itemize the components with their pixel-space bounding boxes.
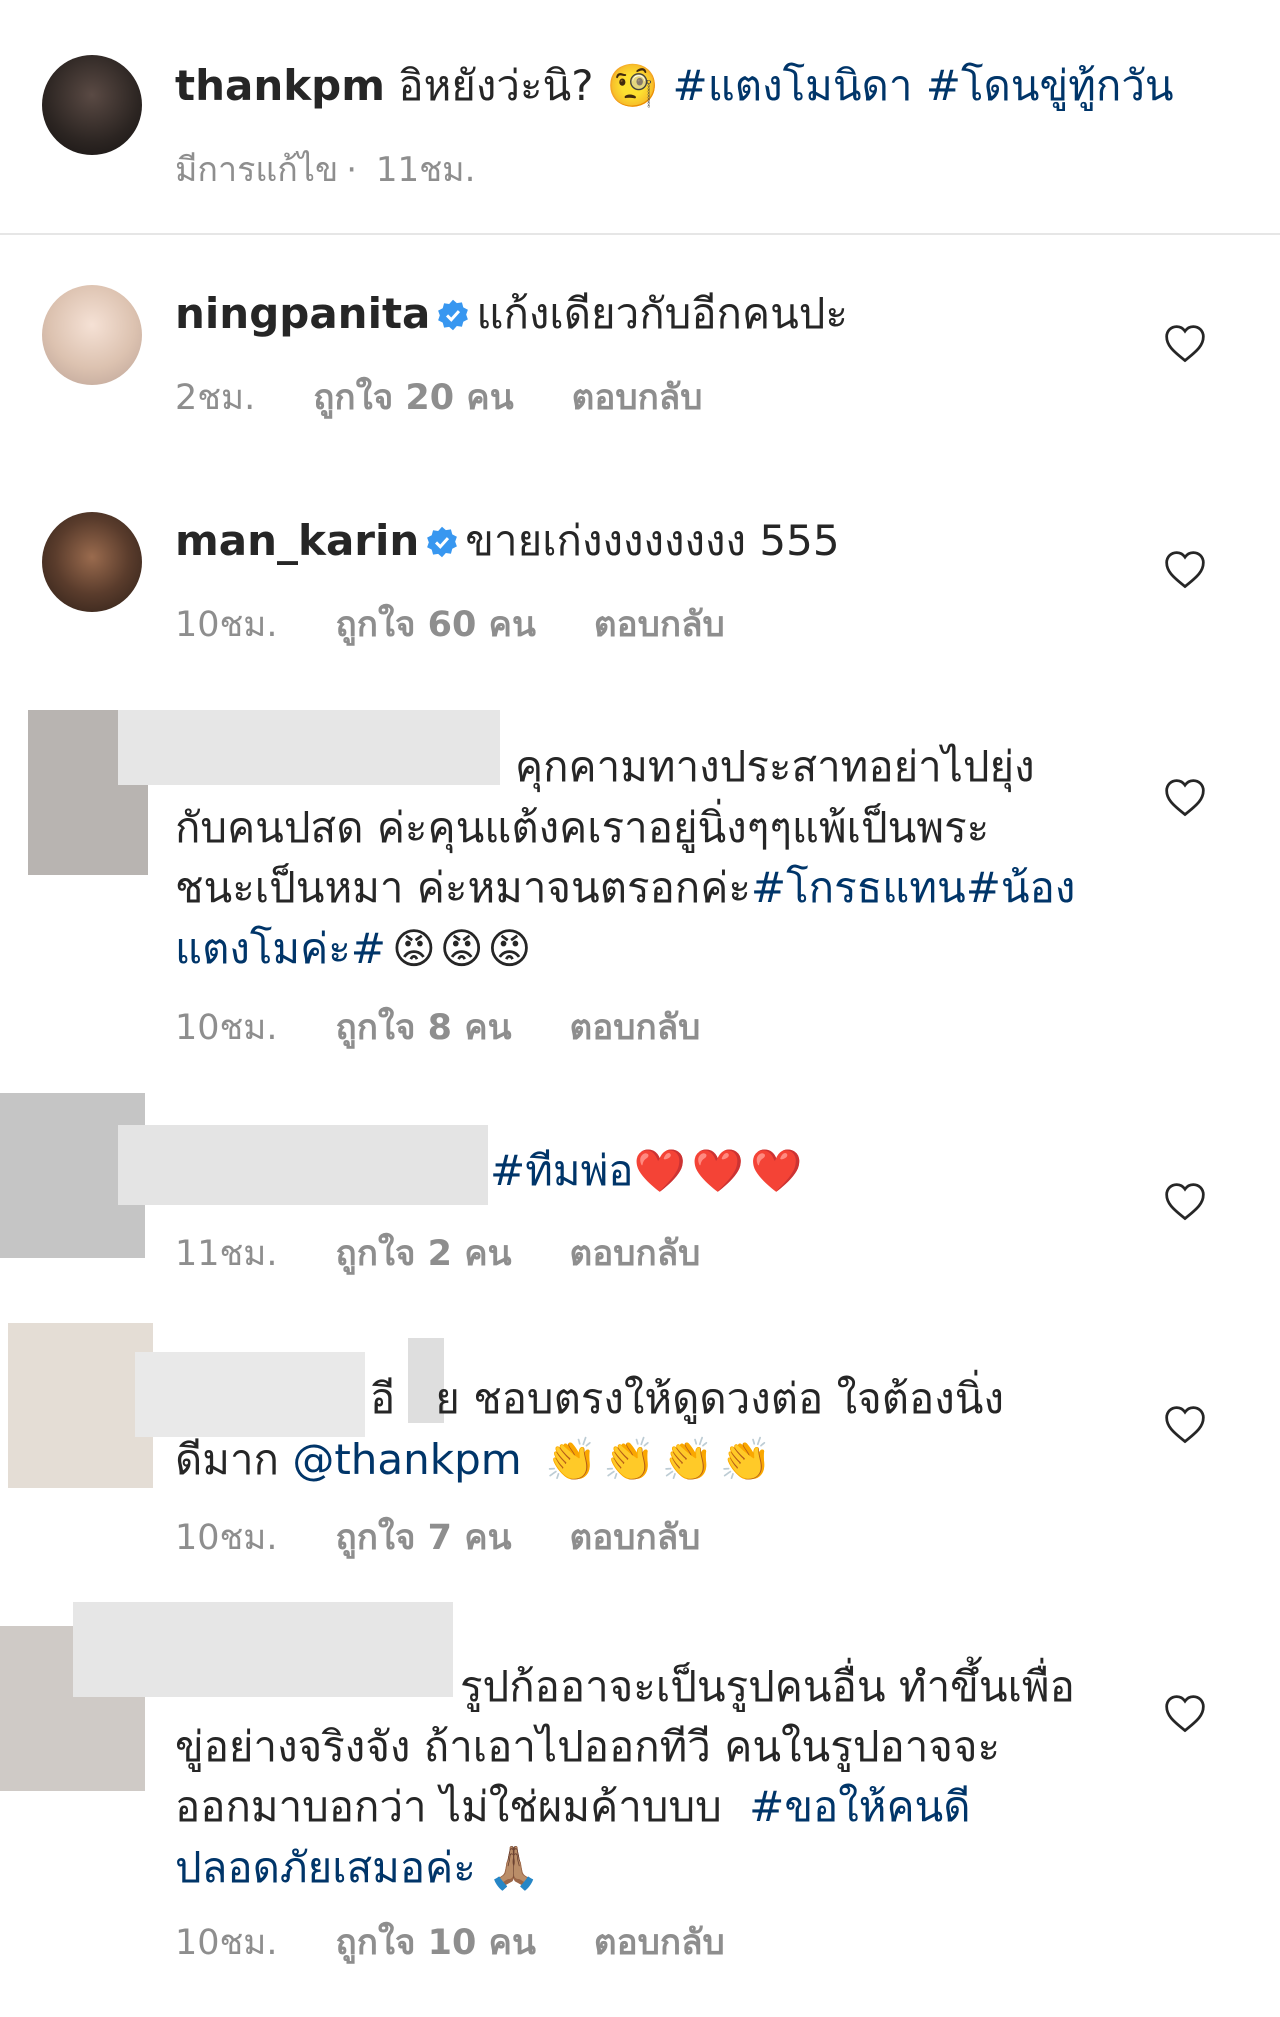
comment-4-line: #ทีมพ่อ❤️❤️❤️ bbox=[490, 1140, 808, 1202]
comment-5-reply-button[interactable]: ตอบกลับ bbox=[570, 1518, 701, 1558]
comment-3-time: 10ชม. bbox=[175, 1008, 278, 1048]
comment-2-meta: 10ชม. ถูกใจ 60 คน ตอบกลับ bbox=[175, 597, 783, 652]
comment-3-line-1: คุกคามทางประสาทอย่าไปยุ่ง bbox=[515, 742, 1035, 791]
comment-6-hashtag-2[interactable]: ปลอดภัยเสมอค่ะ bbox=[175, 1843, 476, 1892]
redacted-username bbox=[118, 1125, 488, 1205]
comment-3-reply-button[interactable]: ตอบกลับ bbox=[570, 1008, 701, 1048]
angry-emoji-icon: 😡😡😡 bbox=[391, 924, 536, 973]
heart-outline-icon[interactable] bbox=[1163, 1692, 1207, 1736]
comment-6-line-2: ขู่อย่างจริงจัง ถ้าเอาไปออกทีวี คนในรูปอ… bbox=[175, 1722, 1001, 1771]
comment-3-line-2: กับคนปสด ค่ะคุนแต้งคเราอยู่นิ่งๆๆแพ้เป็น… bbox=[175, 803, 990, 852]
heart-outline-icon[interactable] bbox=[1163, 548, 1207, 592]
avatar-thankpm[interactable] bbox=[42, 55, 142, 155]
heart-outline-icon[interactable] bbox=[1163, 1403, 1207, 1447]
comment-5-line-1a: อี bbox=[370, 1374, 396, 1423]
comment-6-hashtag[interactable]: #ขอให้คนดี bbox=[749, 1782, 970, 1831]
comment-5-line-2: ดีมาก @thankpm 👏👏👏👏 bbox=[175, 1429, 778, 1491]
comment-6-meta: 10ชม. ถูกใจ 10 คน ตอบกลับ bbox=[175, 1915, 783, 1970]
verified-badge-icon bbox=[427, 526, 458, 558]
comment-5-likes[interactable]: ถูกใจ 7 คน bbox=[336, 1518, 512, 1558]
comment-5-mention[interactable]: @thankpm bbox=[292, 1435, 521, 1484]
caption-divider bbox=[0, 233, 1280, 235]
redacted-username bbox=[73, 1602, 453, 1697]
comment-4-reply-button[interactable]: ตอบกลับ bbox=[570, 1234, 701, 1274]
post-meta: มีการแก้ไข · 11ชม. bbox=[175, 150, 476, 190]
comment-3-hashtag-2[interactable]: แตงโมค่ะ# bbox=[175, 924, 386, 973]
clap-emoji-icon: 👏👏👏👏 bbox=[545, 1435, 779, 1484]
avatar-man-karin[interactable] bbox=[42, 512, 142, 612]
comment-4-likes[interactable]: ถูกใจ 2 คน bbox=[336, 1234, 512, 1274]
post-caption: thankpm อิหยังว่ะนิ? 🧐 #แตงโมนิดา #โดนขู… bbox=[175, 60, 1174, 112]
comment-6-line-3-text: ออกมาบอกว่า ไม่ใช่ผมค้าบบบ bbox=[175, 1782, 722, 1831]
avatar-ningpanita[interactable] bbox=[42, 285, 142, 385]
comment-1-reply-button[interactable]: ตอบกลับ bbox=[572, 378, 703, 418]
comment-3-likes[interactable]: ถูกใจ 8 คน bbox=[336, 1008, 512, 1048]
comment-4-meta: 11ชม. ถูกใจ 2 คน ตอบกลับ bbox=[175, 1226, 758, 1281]
comment-2-likes[interactable]: ถูกใจ 60 คน bbox=[336, 605, 536, 645]
comment-3-line-3: ชนะเป็นหมา ค่ะหมาจนตรอกค่ะ#โกรธแทน#น้อง bbox=[175, 857, 1075, 919]
heart-outline-icon[interactable] bbox=[1163, 1180, 1207, 1224]
comment-6-reply-button[interactable]: ตอบกลับ bbox=[594, 1923, 725, 1963]
heart-outline-icon[interactable] bbox=[1163, 776, 1207, 820]
comment-1-time: 2ชม. bbox=[175, 378, 256, 418]
comment-5-line-1b: ย ชอบตรงให้ดูดวงต่อ ใจต้องนิ่ง bbox=[435, 1374, 1004, 1423]
post-caption-text: อิหยังว่ะนิ? bbox=[398, 61, 594, 110]
monocle-emoji-icon: 🧐 bbox=[606, 61, 660, 110]
post-time: 11ชม. bbox=[375, 150, 476, 190]
comment-3-hashtag[interactable]: #โกรธแทน#น้อง bbox=[751, 863, 1075, 912]
comment-1-meta: 2ชม. ถูกใจ 20 คน ตอบกลับ bbox=[175, 370, 760, 425]
comment-5-line-1: อี ย ชอบตรงให้ดูดวงต่อ ใจต้องนิ่ง bbox=[370, 1368, 1004, 1430]
comment-5-meta: 10ชม. ถูกใจ 7 คน ตอบกลับ bbox=[175, 1510, 758, 1565]
comment-4-hashtag[interactable]: #ทีมพ่อ bbox=[490, 1146, 633, 1195]
edited-label: มีการแก้ไข bbox=[175, 150, 339, 190]
comment-1-username[interactable]: ningpanita bbox=[175, 289, 430, 338]
heart-emoji-icon: ❤️❤️❤️ bbox=[633, 1146, 809, 1195]
comment-6-line-4: ปลอดภัยเสมอค่ะ 🙏🏽 bbox=[175, 1837, 540, 1899]
post-hashtags[interactable]: #แตงโมนิดา #โดนขู่ทู้กวัน bbox=[673, 61, 1174, 110]
comment-5-time: 10ชม. bbox=[175, 1518, 278, 1558]
comment-1-likes[interactable]: ถูกใจ 20 คน bbox=[313, 378, 513, 418]
comment-3-line-3-text: ชนะเป็นหมา ค่ะหมาจนตรอกค่ะ bbox=[175, 863, 751, 912]
comment-3-meta: 10ชม. ถูกใจ 8 คน ตอบกลับ bbox=[175, 1000, 758, 1055]
comment-2-text: ขายเก่งงงงงงงง 555 bbox=[465, 516, 840, 565]
verified-badge-icon bbox=[438, 299, 469, 331]
comment-2-line: man_karin ขายเก่งงงงงงงง 555 bbox=[175, 515, 840, 567]
comment-5-line-2-text: ดีมาก bbox=[175, 1435, 279, 1484]
redacted-avatar bbox=[8, 1323, 153, 1488]
comment-2-time: 10ชม. bbox=[175, 605, 278, 645]
folded-hands-emoji-icon: 🙏🏽 bbox=[487, 1843, 541, 1892]
redacted-username bbox=[118, 710, 500, 785]
heart-outline-icon[interactable] bbox=[1163, 322, 1207, 366]
comment-6-line-3: ออกมาบอกว่า ไม่ใช่ผมค้าบบบ #ขอให้คนดี bbox=[175, 1776, 971, 1838]
comment-1-line: ningpanita แก้งเดียวกับอีกคนปะ bbox=[175, 288, 848, 340]
comment-6-likes[interactable]: ถูกใจ 10 คน bbox=[336, 1923, 536, 1963]
comment-2-username[interactable]: man_karin bbox=[175, 516, 419, 565]
comment-3-line-4: แตงโมค่ะ# 😡😡😡 bbox=[175, 918, 535, 980]
comment-6-line-1: รูปก้ออาจะเป็นรูปคนอื่น ทำขึ้นเพื่อ bbox=[460, 1662, 1075, 1711]
redacted-username bbox=[135, 1352, 365, 1437]
post-username[interactable]: thankpm bbox=[175, 61, 385, 110]
comment-1-text: แก้งเดียวกับอีกคนปะ bbox=[476, 289, 848, 338]
comment-6-time: 10ชม. bbox=[175, 1923, 278, 1963]
comment-4-time: 11ชม. bbox=[175, 1234, 278, 1274]
comment-2-reply-button[interactable]: ตอบกลับ bbox=[594, 605, 725, 645]
